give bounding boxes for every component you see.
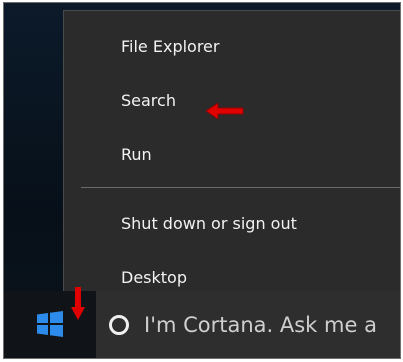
menu-item-label: Search bbox=[121, 91, 176, 110]
menu-item-label: File Explorer bbox=[121, 37, 220, 56]
menu-item-file-explorer[interactable]: File Explorer bbox=[64, 27, 400, 67]
menu-item-shut-down-or-sign-out[interactable]: Shut down or sign out bbox=[64, 204, 400, 244]
screenshot-frame: File Explorer Search Run Shut down or si… bbox=[3, 2, 401, 359]
cortana-search-box[interactable]: I'm Cortana. Ask me a bbox=[96, 291, 400, 358]
annotation-arrow-left-icon bbox=[205, 94, 244, 134]
menu-separator bbox=[81, 187, 400, 188]
menu-item-label: Shut down or sign out bbox=[121, 214, 297, 233]
search-placeholder: I'm Cortana. Ask me a bbox=[144, 313, 377, 337]
cortana-circle-icon bbox=[109, 315, 129, 335]
windows-logo-icon bbox=[37, 311, 63, 337]
menu-item-search[interactable]: Search bbox=[64, 81, 400, 121]
power-user-menu: File Explorer Search Run Shut down or si… bbox=[63, 10, 400, 317]
menu-item-label: Run bbox=[121, 145, 152, 164]
menu-item-run[interactable]: Run bbox=[64, 135, 400, 175]
start-button[interactable] bbox=[4, 287, 96, 358]
taskbar: I'm Cortana. Ask me a bbox=[4, 287, 400, 358]
